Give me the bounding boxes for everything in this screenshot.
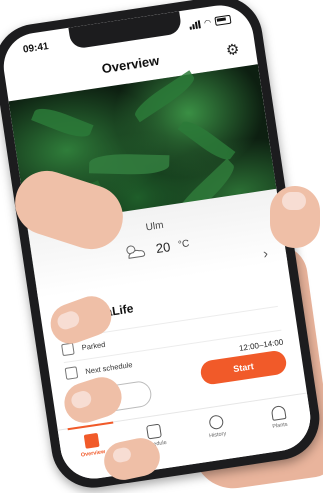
system-icons: ◠ [189, 14, 232, 30]
calendar-icon [145, 423, 162, 440]
battery-icon [214, 14, 232, 26]
wifi-icon: ◠ [203, 17, 212, 28]
tab-plants-label: Plants [272, 421, 289, 430]
weather-temperature: 20 [154, 238, 172, 256]
schedule-time: 12:00–14:00 [238, 337, 284, 353]
tab-plants[interactable]: Plants [253, 403, 307, 455]
phone-screen: 09:41 ◠ Overview ⚙ Ulm 20 °C › Parked Ne… [0, 0, 315, 484]
tab-history[interactable]: History [191, 412, 245, 464]
parking-icon [61, 342, 75, 357]
history-icon [207, 414, 224, 431]
finger-index [270, 186, 320, 248]
partly-cloudy-icon [126, 245, 146, 259]
home-icon [83, 432, 100, 449]
calendar-icon [64, 366, 79, 380]
tab-history-label: History [208, 430, 227, 440]
phone-frame: 09:41 ◠ Overview ⚙ Ulm 20 °C › Parked Ne… [0, 0, 323, 493]
plant-icon [270, 405, 287, 421]
tab-overview-label: Overview [80, 448, 106, 459]
weather-unit: °C [177, 237, 191, 251]
status-time: 09:41 [22, 40, 50, 56]
signal-icon [189, 19, 201, 30]
weather-temp-row: 20 °C [121, 234, 191, 262]
settings-gear-icon[interactable]: ⚙ [225, 40, 241, 60]
